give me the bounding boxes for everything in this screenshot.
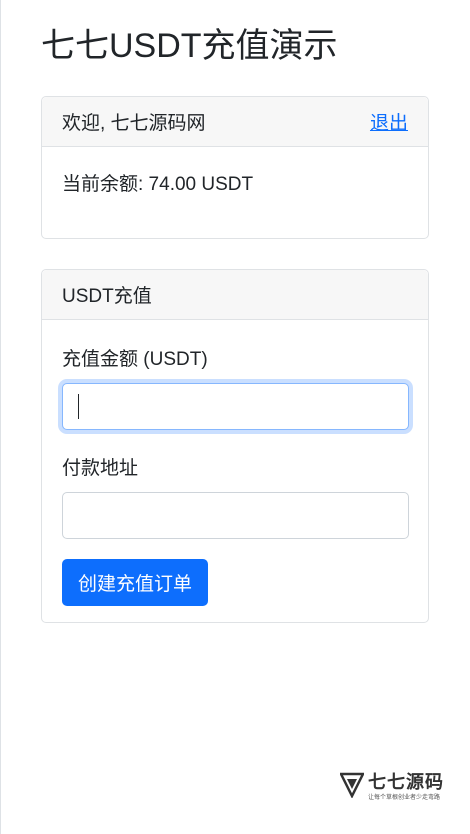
welcome-text: 欢迎, 七七源码网 (62, 113, 206, 134)
account-card: 欢迎, 七七源码网 退出 当前余额: 74.00 USDT (41, 96, 429, 239)
submit-row: 创建充值订单 (62, 559, 408, 606)
amount-input-wrap (62, 383, 409, 430)
account-card-body: 当前余额: 74.00 USDT (42, 147, 428, 218)
recharge-form: 充值金额 (USDT) 付款地址 创建充值订单 (42, 320, 428, 628)
page-title: 七七USDT充值演示 (41, 27, 338, 65)
watermark-text: 七七源码 让每个草根创业者少走弯路 (368, 772, 444, 802)
account-card-header: 欢迎, 七七源码网 退出 (42, 97, 428, 147)
logout-link[interactable]: 退出 (370, 108, 408, 135)
address-input-wrap (62, 492, 409, 539)
amount-input[interactable] (62, 383, 409, 430)
watermark-name: 七七源码 (368, 772, 444, 793)
watermark-slogan: 让每个草根创业者少走弯路 (368, 795, 441, 801)
amount-label: 充值金额 (USDT) (62, 349, 208, 370)
address-label: 付款地址 (62, 458, 139, 479)
recharge-card-header: USDT充值 (42, 270, 428, 320)
logo-triangle-icon (340, 772, 364, 798)
create-order-button[interactable]: 创建充值订单 (62, 559, 209, 606)
recharge-card: USDT充值 充值金额 (USDT) 付款地址 创建充值订单 (41, 269, 429, 623)
address-input[interactable] (62, 492, 409, 539)
balance-text: 当前余额: 74.00 USDT (62, 174, 254, 195)
recharge-card-title: USDT充值 (62, 286, 152, 307)
left-border (0, 0, 1, 834)
text-caret (78, 394, 79, 419)
watermark-logo: 七七源码 让每个草根创业者少走弯路 (340, 772, 450, 802)
